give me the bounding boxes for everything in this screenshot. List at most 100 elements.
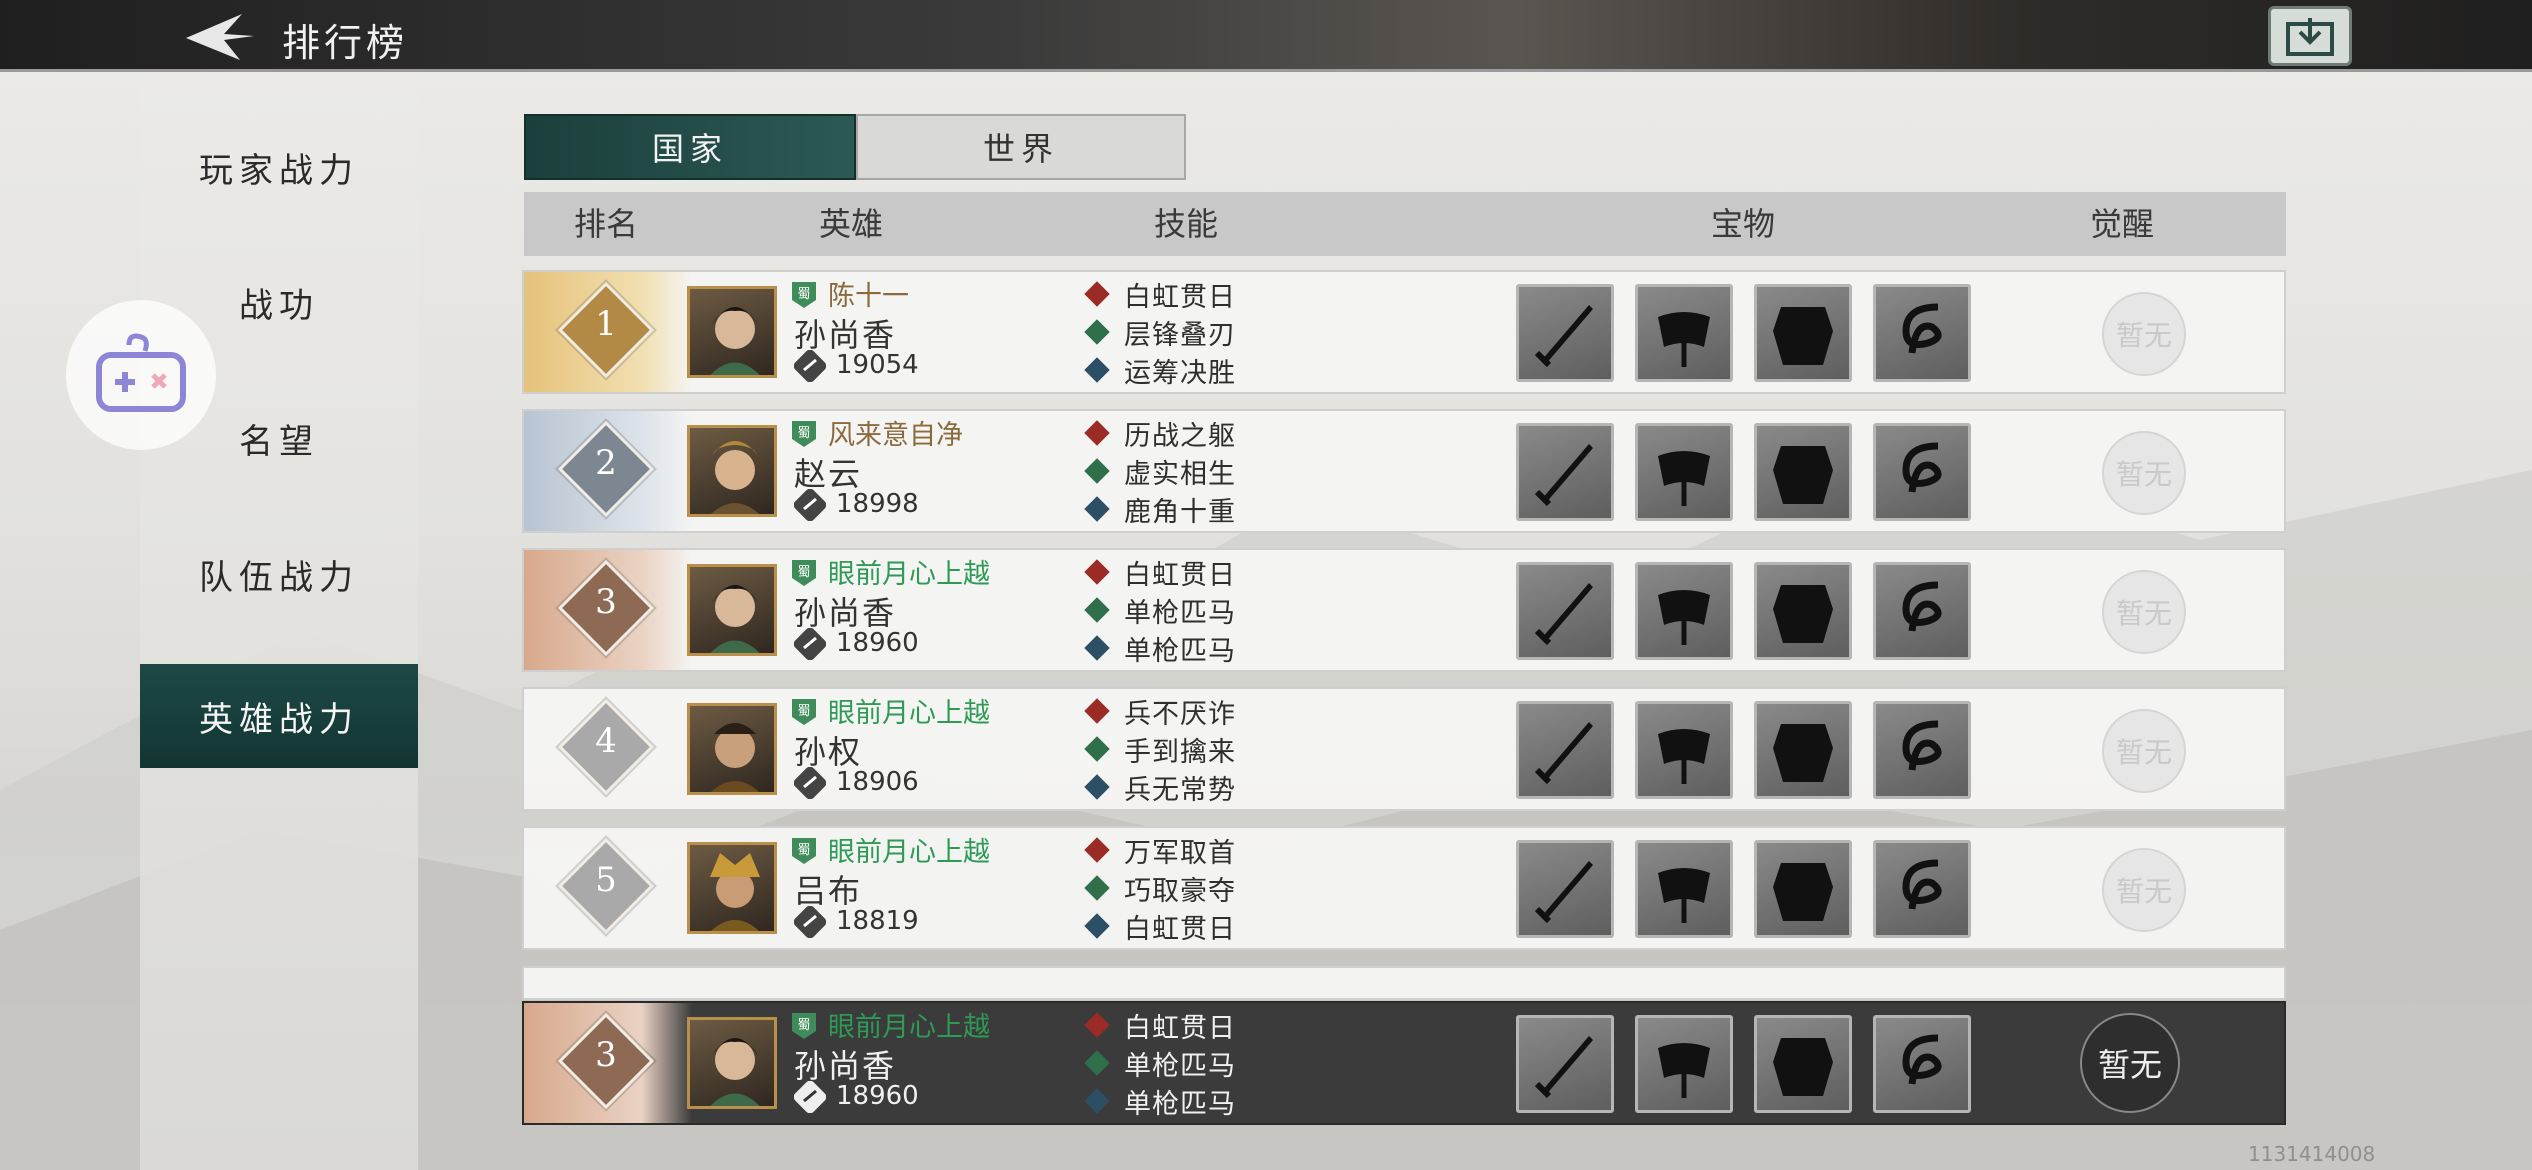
treasure-slot-scroll[interactable] — [1873, 423, 1971, 521]
faction-shu-icon: 蜀 — [792, 699, 816, 725]
player-name[interactable]: 风来意自净 — [828, 413, 963, 452]
player-name[interactable]: 眼前月心上越 — [828, 552, 990, 591]
skill-second[interactable]: 巧取豪夺 — [1084, 870, 1236, 907]
tab-label: 国家 — [651, 130, 728, 168]
sword-icon — [1534, 722, 1593, 785]
skill-name: 白虹贯日 — [1124, 281, 1236, 313]
treasure-slot-armor[interactable] — [1754, 701, 1852, 799]
treasure-slot-scroll[interactable] — [1873, 1015, 1971, 1113]
skill-main[interactable]: 历战之躯 — [1084, 415, 1236, 452]
awaken-status: 暂无 — [2102, 570, 2186, 654]
skill-name: 历战之躯 — [1124, 420, 1236, 452]
treasure-slot-mount[interactable] — [1635, 840, 1733, 938]
svg-text:蜀: 蜀 — [797, 704, 810, 719]
skill-main[interactable]: 白虹贯日 — [1084, 276, 1236, 313]
treasure-slot-armor[interactable] — [1754, 284, 1852, 382]
treasure-slot-mount[interactable] — [1635, 423, 1733, 521]
skill-third[interactable]: 兵无常势 — [1084, 769, 1236, 806]
rank-number: 3 — [595, 582, 617, 622]
skill-name: 层锋叠刃 — [1124, 319, 1236, 351]
treasure-slot-weapon[interactable] — [1516, 423, 1614, 521]
treasure-slot-armor[interactable] — [1754, 1015, 1852, 1113]
skill-main-icon — [1084, 837, 1110, 863]
power-icon — [794, 489, 826, 521]
ribbon-scroll-icon — [1902, 581, 1942, 632]
awaken-status: 暂无 — [2102, 431, 2186, 515]
power-icon — [794, 1081, 826, 1113]
sword-icon — [1534, 305, 1593, 368]
floating-game-assistant-button[interactable] — [66, 300, 216, 450]
column-header-hero: 英雄 — [818, 205, 884, 243]
hero-portrait — [687, 286, 777, 378]
table-row[interactable]: 3 蜀 眼前月心上越 孙尚香 18960 白虹贯日 单枪匹马 单枪匹马 暂无 — [522, 548, 2286, 672]
skill-main[interactable]: 白虹贯日 — [1084, 554, 1236, 591]
treasure-slot-mount[interactable] — [1635, 284, 1733, 382]
skill-second-icon — [1084, 458, 1110, 484]
rank-number: 1 — [595, 304, 617, 344]
table-header: 排名 英雄 技能 宝物 觉醒 — [524, 192, 2286, 256]
treasure-slot-armor[interactable] — [1754, 423, 1852, 521]
treasure-slot-mount[interactable] — [1635, 701, 1733, 799]
saddle-icon — [1658, 451, 1710, 506]
ribbon-scroll-icon — [1902, 720, 1942, 771]
sidebar-item-player-power[interactable]: 玩家战力 — [140, 115, 418, 219]
table-row[interactable]: 2 蜀 风来意自净 赵云 18998 历战之躯 虚实相生 鹿角十重 暂无 — [522, 409, 2286, 533]
svg-text:蜀: 蜀 — [797, 843, 810, 858]
table-row[interactable]: 4 蜀 眼前月心上越 孙权 18906 兵不厌诈 手到擒来 兵无常势 暂无 — [522, 687, 2286, 811]
skill-main[interactable]: 万军取首 — [1084, 832, 1236, 869]
armor-icon — [1773, 863, 1833, 921]
sword-icon — [1534, 861, 1593, 924]
skill-third[interactable]: 白虹贯日 — [1084, 908, 1236, 945]
sidebar-item-label: 名望 — [239, 421, 319, 462]
skill-third[interactable]: 运筹决胜 — [1084, 352, 1236, 389]
skill-third[interactable]: 鹿角十重 — [1084, 491, 1236, 528]
armor-icon — [1773, 1038, 1833, 1096]
tab-country[interactable]: 国家 — [524, 114, 856, 180]
back-arrow-icon — [186, 14, 254, 60]
skill-main[interactable]: 兵不厌诈 — [1084, 693, 1236, 730]
treasure-slot-scroll[interactable] — [1873, 284, 1971, 382]
share-button[interactable] — [2268, 6, 2352, 66]
player-name[interactable]: 眼前月心上越 — [828, 1005, 990, 1044]
saddle-icon — [1658, 1043, 1710, 1098]
table-row[interactable]: 5 蜀 眼前月心上越 吕布 18819 万军取首 巧取豪夺 白虹贯日 暂无 — [522, 826, 2286, 950]
treasure-slot-weapon[interactable] — [1516, 701, 1614, 799]
skill-second[interactable]: 虚实相生 — [1084, 453, 1236, 490]
armor-icon — [1773, 446, 1833, 504]
svg-text:蜀: 蜀 — [797, 565, 810, 580]
power-value: 18960 — [836, 628, 919, 658]
page-title: 排行榜 — [282, 21, 409, 65]
back-button[interactable] — [180, 8, 260, 64]
skill-second[interactable]: 手到擒来 — [1084, 731, 1236, 768]
skill-name: 运筹决胜 — [1124, 357, 1236, 389]
skill-main[interactable]: 白虹贯日 — [1084, 1007, 1236, 1044]
skill-second[interactable]: 单枪匹马 — [1084, 1045, 1236, 1082]
skill-second[interactable]: 层锋叠刃 — [1084, 314, 1236, 351]
sidebar-item-hero-power[interactable]: 英雄战力 — [140, 664, 418, 768]
skill-third[interactable]: 单枪匹马 — [1084, 1083, 1236, 1120]
player-name[interactable]: 眼前月心上越 — [828, 691, 990, 730]
tab-world[interactable]: 世界 — [856, 114, 1186, 180]
treasure-slot-armor[interactable] — [1754, 562, 1852, 660]
treasure-slot-mount[interactable] — [1635, 1015, 1733, 1113]
treasure-slot-scroll[interactable] — [1873, 840, 1971, 938]
treasure-slot-weapon[interactable] — [1516, 1015, 1614, 1113]
sword-icon — [1534, 583, 1593, 646]
treasure-slot-weapon[interactable] — [1516, 840, 1614, 938]
sidebar-item-team-power[interactable]: 队伍战力 — [140, 522, 418, 626]
player-name[interactable]: 眼前月心上越 — [828, 830, 990, 869]
treasure-slot-weapon[interactable] — [1516, 562, 1614, 660]
skill-name: 手到擒来 — [1124, 736, 1236, 768]
treasure-slot-scroll[interactable] — [1873, 701, 1971, 799]
player-name[interactable]: 陈十一 — [828, 274, 909, 313]
awaken-status: 暂无 — [2102, 709, 2186, 793]
treasure-slot-mount[interactable] — [1635, 562, 1733, 660]
my-ranking-row[interactable]: 3 蜀 眼前月心上越 孙尚香 18960 白虹贯日 单枪匹马 单枪匹马 暂无 — [522, 1001, 2286, 1125]
treasure-slot-armor[interactable] — [1754, 840, 1852, 938]
treasure-slot-scroll[interactable] — [1873, 562, 1971, 660]
skill-second[interactable]: 单枪匹马 — [1084, 592, 1236, 629]
skill-third[interactable]: 单枪匹马 — [1084, 630, 1236, 667]
treasure-slot-weapon[interactable] — [1516, 284, 1614, 382]
table-row[interactable]: 1 蜀 陈十一 孙尚香 19054 白虹贯日 层锋叠刃 运筹决胜 暂无 — [522, 270, 2286, 394]
skill-name: 白虹贯日 — [1124, 1012, 1236, 1044]
